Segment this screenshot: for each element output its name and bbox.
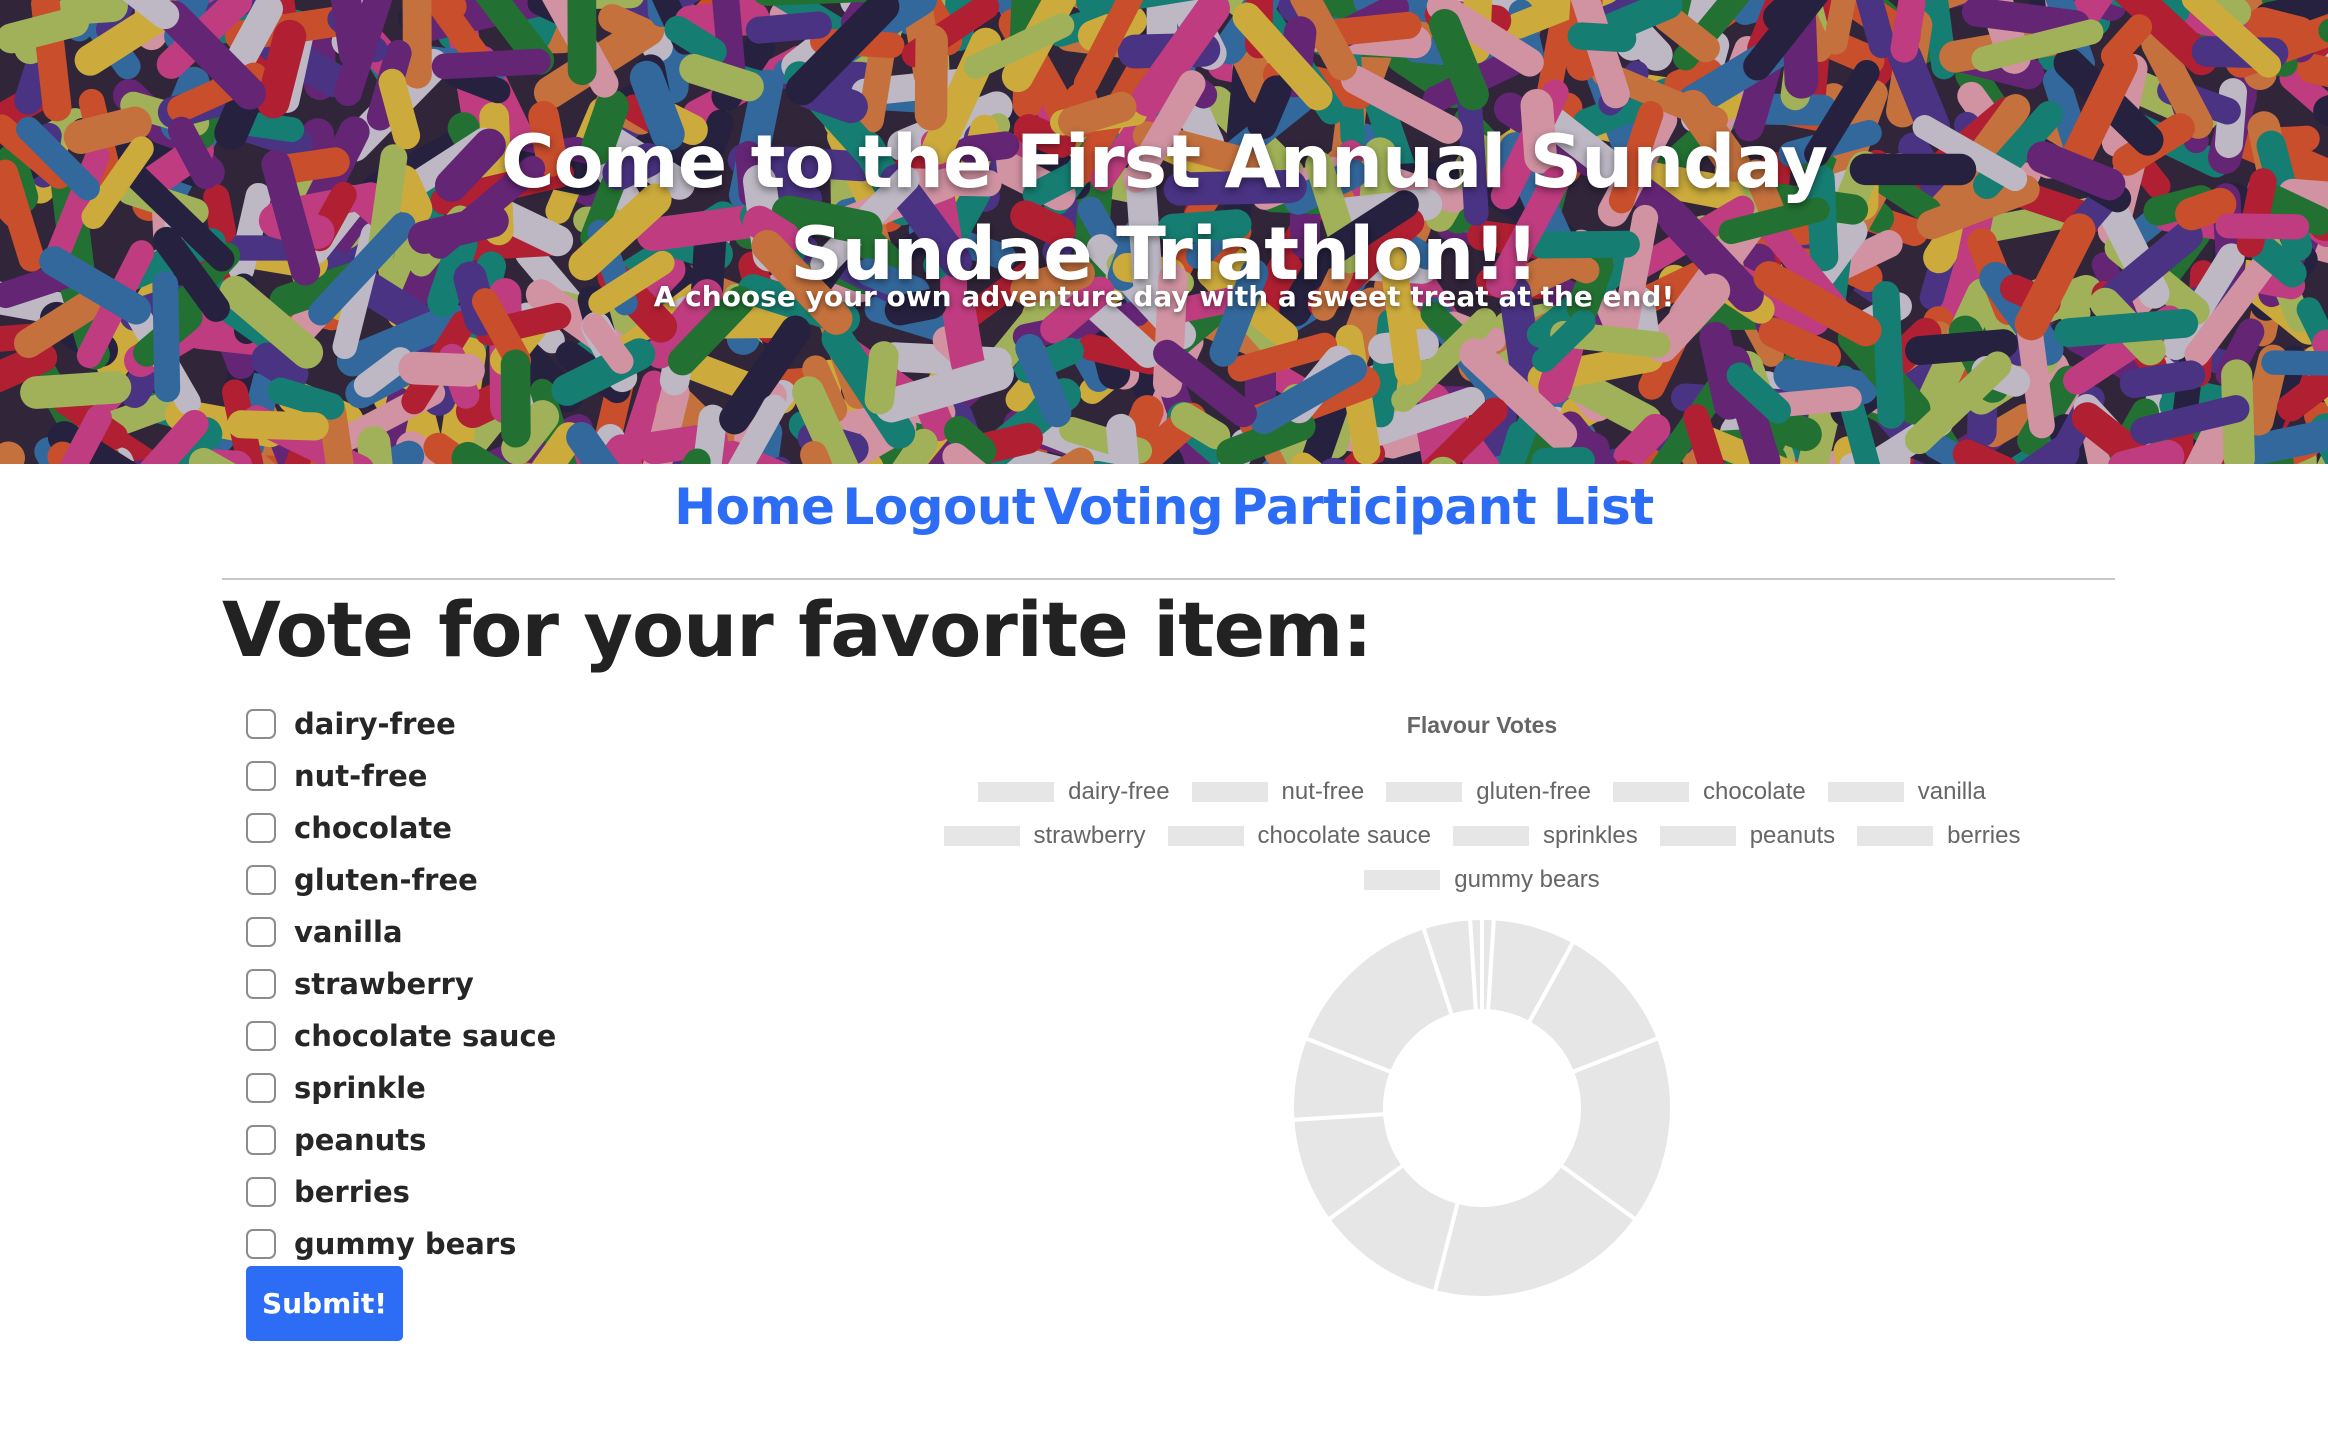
vote-option-label: vanilla	[294, 915, 403, 949]
donut-chart	[1290, 915, 1674, 1300]
vote-option[interactable]: sprinkle	[246, 1062, 556, 1114]
legend-swatch	[1167, 826, 1244, 846]
vote-option[interactable]: strawberry	[246, 958, 556, 1010]
vote-option[interactable]: peanuts	[246, 1114, 556, 1166]
legend-row: strawberry chocolate sauce sprinkles peanut…	[760, 822, 2204, 850]
legend-label: nut-free	[1281, 778, 1365, 805]
checkbox[interactable]	[246, 1229, 276, 1259]
vote-option-label: nut-free	[294, 759, 428, 793]
legend-item[interactable]: gummy bears	[1364, 866, 1600, 894]
legend-label: vanilla	[1917, 778, 1986, 805]
legend-item[interactable]: strawberry	[943, 822, 1146, 850]
nav-home-link[interactable]: Home	[674, 478, 835, 536]
vote-option[interactable]: chocolate sauce	[246, 1010, 556, 1062]
vote-option[interactable]: gummy bears	[246, 1218, 556, 1270]
vote-option-label: gluten-free	[294, 863, 478, 897]
checkbox[interactable]	[246, 969, 276, 999]
legend-swatch	[1857, 826, 1934, 846]
legend-label: gluten-free	[1476, 778, 1592, 805]
vote-option-label: dairy-free	[294, 707, 456, 741]
vote-option[interactable]: nut-free	[246, 750, 556, 802]
hero-title-line-1: Come to the First Annual Sunday	[500, 119, 1828, 205]
legend-label: chocolate sauce	[1257, 822, 1431, 849]
vote-option-label: peanuts	[294, 1123, 427, 1157]
legend-label: peanuts	[1749, 822, 1836, 849]
submit-button[interactable]: Submit!	[246, 1266, 403, 1341]
checkbox[interactable]	[246, 917, 276, 947]
vote-heading: Vote for your favorite item:	[222, 585, 1373, 674]
vote-option[interactable]: chocolate	[246, 802, 556, 854]
legend-label: gummy bears	[1454, 866, 1600, 893]
checkbox[interactable]	[246, 1125, 276, 1155]
legend-swatch	[978, 782, 1055, 802]
vote-option-label: gummy bears	[294, 1227, 517, 1261]
checkbox[interactable]	[246, 1073, 276, 1103]
checkbox[interactable]	[246, 761, 276, 791]
hero-subtitle: A choose your own adventure day with a s…	[653, 280, 1675, 313]
vote-option[interactable]: dairy-free	[246, 698, 556, 750]
legend-swatch	[1613, 782, 1690, 802]
legend-label: strawberry	[1033, 822, 1146, 849]
legend-row: dairy-free nut-free gluten-free chocolate va…	[760, 778, 2204, 806]
legend-item[interactable]: berries	[1857, 822, 2020, 850]
vote-option-label: chocolate	[294, 811, 452, 845]
vote-option[interactable]: vanilla	[246, 906, 556, 958]
legend-item[interactable]: peanuts	[1659, 822, 1836, 850]
vote-options: dairy-free nut-free chocolate gluten-free va…	[246, 698, 556, 1270]
legend-item[interactable]: sprinkles	[1453, 822, 1638, 850]
nav-voting-link[interactable]: Voting	[1043, 478, 1223, 536]
checkbox[interactable]	[246, 1021, 276, 1051]
checkbox[interactable]	[246, 709, 276, 739]
legend-item[interactable]: dairy-free	[978, 778, 1170, 806]
legend-label: dairy-free	[1068, 778, 1170, 805]
checkbox[interactable]	[246, 865, 276, 895]
legend-swatch	[1364, 870, 1441, 890]
divider	[222, 578, 2115, 580]
legend-swatch	[1827, 782, 1904, 802]
vote-option-label: berries	[294, 1175, 410, 1209]
checkbox[interactable]	[246, 1177, 276, 1207]
vote-option-label: chocolate sauce	[294, 1019, 557, 1053]
vote-option-label: strawberry	[294, 967, 474, 1001]
nav-logout-link[interactable]: Logout	[842, 478, 1035, 536]
legend-swatch	[1659, 826, 1736, 846]
legend-item[interactable]: nut-free	[1191, 778, 1365, 806]
chart-title: Flavour Votes	[1406, 712, 1558, 738]
legend-label: berries	[1947, 822, 2021, 849]
legend-label: chocolate	[1703, 778, 1806, 805]
legend-swatch	[943, 826, 1020, 846]
vote-option[interactable]: gluten-free	[246, 854, 556, 906]
legend-swatch	[1386, 782, 1463, 802]
hero-banner: Come to the First Annual Sunday Sundae T…	[0, 0, 2328, 464]
legend-item[interactable]: vanilla	[1827, 778, 1986, 806]
legend-label: sprinkles	[1543, 822, 1638, 849]
legend-swatch	[1453, 826, 1529, 846]
checkbox[interactable]	[246, 813, 276, 843]
vote-option-label: sprinkle	[294, 1071, 426, 1105]
legend-item[interactable]: gluten-free	[1386, 778, 1591, 806]
legend-row: gummy bears	[760, 866, 2204, 894]
legend-item[interactable]: chocolate sauce	[1167, 822, 1431, 850]
main-nav: Home Logout Voting Participant List	[0, 478, 2328, 536]
hero-title: Come to the First Annual Sunday Sundae T…	[0, 117, 2328, 301]
nav-participant-list-link[interactable]: Participant List	[1231, 478, 1654, 536]
legend-item[interactable]: chocolate	[1613, 778, 1806, 806]
vote-option[interactable]: berries	[246, 1166, 556, 1218]
legend-swatch	[1191, 782, 1268, 802]
